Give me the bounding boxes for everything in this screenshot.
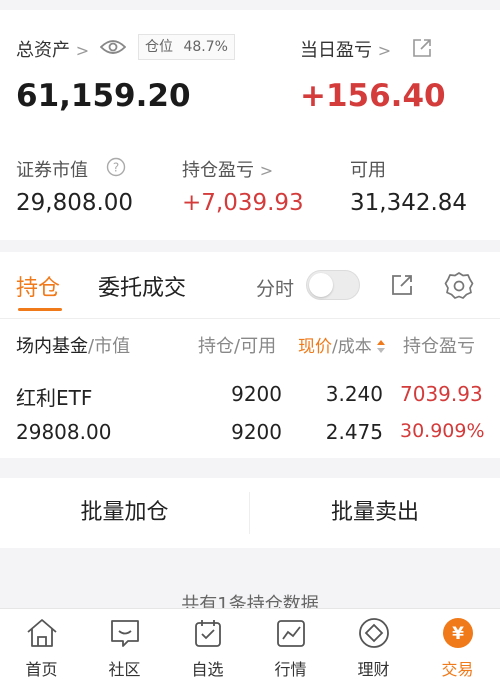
trade-icon: ¥: [441, 617, 475, 653]
timeshare-label: 分时: [256, 278, 295, 300]
tab-holdings-indicator: [18, 308, 62, 311]
position-ratio-badge: 仓位 48.7%: [138, 34, 235, 60]
holding-pl-label-row[interactable]: 持仓盈亏 >: [182, 156, 273, 182]
market-value: 29,808.00: [16, 190, 134, 216]
position-value: 48.7%: [183, 39, 228, 55]
header-name: 场内基金/市值: [16, 332, 130, 358]
table-row[interactable]: 红利ETF 29808.00 9200 9200 3.240 2.475 703…: [0, 374, 500, 454]
holding-pl-label: 持仓盈亏: [182, 160, 254, 181]
bottom-nav: 首页 社区 自选 行情 理财 ¥ 交易: [0, 608, 500, 681]
chart-icon: [274, 617, 308, 653]
available-value: 31,342.84: [350, 190, 468, 216]
header-pl: 持仓盈亏: [403, 336, 475, 357]
position-label: 仓位: [145, 39, 173, 55]
nav-market-label: 行情: [274, 660, 307, 679]
chevron-right-icon: >: [75, 41, 90, 60]
chevron-right-icon: >: [377, 41, 392, 60]
nav-community-label: 社区: [108, 660, 141, 679]
holding-pl-percent: 30.909%: [400, 420, 485, 442]
nav-trade[interactable]: ¥ 交易: [415, 609, 500, 681]
batch-actions: 批量加仓 批量卖出: [0, 478, 500, 548]
total-assets-label-row[interactable]: 总资产 >: [16, 36, 89, 62]
available-label: 可用: [350, 160, 386, 181]
nav-trade-label: 交易: [441, 660, 474, 679]
timeshare-toggle[interactable]: [306, 270, 360, 300]
holdings-card: 持仓 委托成交 分时 场内基金/市值 持仓/可用 现价/成本 持仓盈亏 红利ET…: [0, 252, 500, 458]
export-icon[interactable]: [390, 273, 414, 297]
tab-holdings[interactable]: 持仓: [16, 270, 60, 302]
daily-pl-label: 当日盈亏: [300, 40, 372, 61]
daily-pl-label-row[interactable]: 当日盈亏 >: [300, 36, 391, 62]
settings-gear-icon[interactable]: [444, 271, 474, 301]
holding-pl-value: +7,039.93: [182, 190, 304, 216]
share-icon[interactable]: [412, 38, 432, 58]
nav-wealth[interactable]: 理财: [332, 609, 415, 681]
chat-icon: [108, 617, 142, 653]
diamond-icon: [357, 617, 391, 653]
header-name-main: 场内基金: [16, 336, 88, 357]
header-quantity: 持仓/可用: [198, 336, 277, 357]
nav-market[interactable]: 行情: [249, 609, 332, 681]
total-assets-label: 总资产: [16, 40, 70, 61]
account-summary-card: 总资产 > 仓位 48.7% 61,159.20 当日盈亏 > +156.40 …: [0, 10, 500, 240]
sort-icon: [377, 340, 386, 354]
header-price-main: 现价: [298, 337, 332, 357]
nav-community[interactable]: 社区: [83, 609, 166, 681]
market-value-label-row: 证券市值: [16, 156, 88, 182]
eye-icon[interactable]: [100, 38, 126, 56]
available-quantity: 9200: [231, 420, 282, 444]
batch-sell-button[interactable]: 批量卖出: [250, 478, 500, 548]
holding-pl-amount: 7039.93: [400, 382, 483, 406]
daily-pl-value: +156.40: [300, 78, 446, 114]
header-price-sub: /成本: [332, 337, 372, 357]
chevron-right-icon: >: [259, 161, 274, 180]
home-icon: [25, 617, 59, 653]
toggle-knob: [309, 273, 333, 297]
help-icon[interactable]: ?: [106, 157, 126, 177]
nav-watchlist-label: 自选: [191, 660, 224, 679]
fund-name: 红利ETF: [16, 386, 93, 410]
batch-sell-label: 批量卖出: [330, 500, 419, 525]
batch-add-label: 批量加仓: [80, 500, 169, 525]
current-price: 3.240: [325, 382, 383, 406]
cost-price: 2.475: [325, 420, 383, 444]
nav-wealth-label: 理财: [357, 660, 390, 679]
watchlist-icon: [191, 617, 225, 653]
header-price-sort[interactable]: 现价/成本: [298, 332, 386, 357]
batch-add-button[interactable]: 批量加仓: [0, 478, 249, 548]
tab-orders[interactable]: 委托成交: [98, 270, 186, 302]
table-divider: [0, 318, 500, 319]
svg-text:?: ?: [113, 161, 119, 175]
market-value-label: 证券市值: [16, 160, 88, 181]
nav-home-label: 首页: [25, 660, 58, 679]
nav-watchlist[interactable]: 自选: [166, 609, 249, 681]
header-name-sub: /市值: [88, 336, 131, 357]
svg-text:¥: ¥: [452, 624, 464, 644]
holding-quantity: 9200: [231, 382, 282, 406]
nav-home[interactable]: 首页: [0, 609, 83, 681]
total-assets-value: 61,159.20: [16, 78, 191, 114]
fund-market-value: 29808.00: [16, 420, 112, 444]
